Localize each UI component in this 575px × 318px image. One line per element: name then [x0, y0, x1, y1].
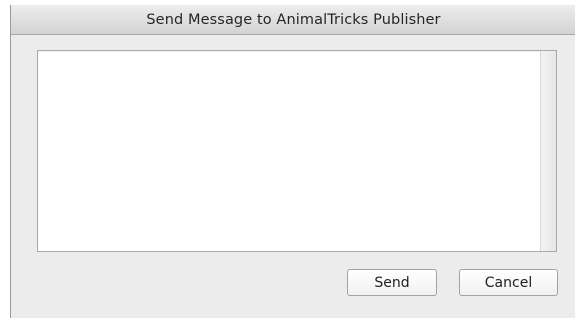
- title-bar[interactable]: Send Message to AnimalTricks Publisher: [11, 5, 575, 35]
- message-input[interactable]: [38, 51, 540, 251]
- message-scrollbar[interactable]: [540, 51, 556, 251]
- message-box: [37, 50, 557, 252]
- window-title: Send Message to AnimalTricks Publisher: [146, 11, 441, 28]
- send-button[interactable]: Send: [347, 269, 437, 296]
- send-message-dialog: Send Message to AnimalTricks Publisher S…: [10, 5, 575, 318]
- cancel-button[interactable]: Cancel: [459, 269, 558, 296]
